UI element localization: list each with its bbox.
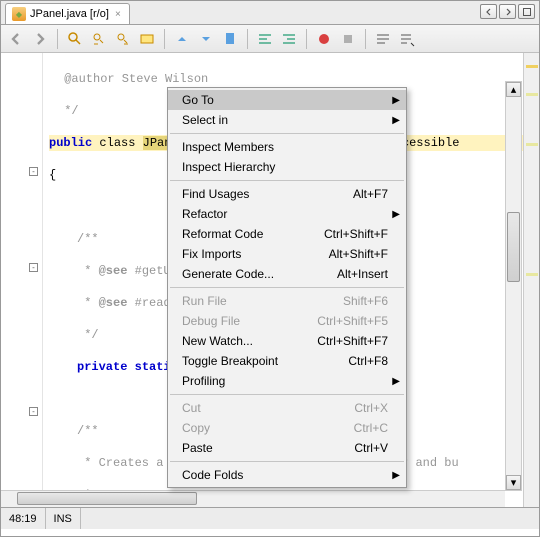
code-text: @see xyxy=(99,296,128,310)
toolbar-separator xyxy=(57,29,58,49)
menu-toggle-breakpoint[interactable]: Toggle BreakpointCtrl+F8 xyxy=(168,351,406,371)
submenu-arrow-icon: ▶ xyxy=(392,209,400,220)
toggle-highlight-button[interactable] xyxy=(136,28,158,50)
menu-separator xyxy=(170,461,404,462)
fold-toggle[interactable]: - xyxy=(29,167,38,176)
scrollbar-thumb[interactable] xyxy=(17,492,197,505)
menu-separator xyxy=(170,133,404,134)
toolbar-separator xyxy=(164,29,165,49)
start-macro-button[interactable] xyxy=(313,28,335,50)
menu-copy: CopyCtrl+C xyxy=(168,418,406,438)
menu-inspect-members[interactable]: Inspect Members xyxy=(168,137,406,157)
code-text: @see xyxy=(99,264,128,278)
scroll-down-button[interactable]: ▾ xyxy=(506,475,521,490)
menu-generate-code[interactable]: Generate Code...Alt+Insert xyxy=(168,264,406,284)
menu-paste[interactable]: PasteCtrl+V xyxy=(168,438,406,458)
editor-toolbar xyxy=(1,25,539,53)
code-text: /** xyxy=(77,424,99,438)
menu-profiling[interactable]: Profiling▶ xyxy=(168,371,406,391)
menu-separator xyxy=(170,180,404,181)
error-stripe[interactable] xyxy=(523,53,539,507)
comment-button[interactable] xyxy=(372,28,394,50)
find-selection-button[interactable] xyxy=(64,28,86,50)
next-bookmark-button[interactable] xyxy=(195,28,217,50)
fold-toggle[interactable]: - xyxy=(29,263,38,272)
find-next-button[interactable] xyxy=(112,28,134,50)
menu-goto[interactable]: Go To▶ xyxy=(168,90,406,110)
close-tab-icon[interactable]: × xyxy=(113,9,123,19)
menu-debug-file: Debug FileCtrl+Shift+F5 xyxy=(168,311,406,331)
window-controls xyxy=(480,4,535,19)
menu-refactor[interactable]: Refactor▶ xyxy=(168,204,406,224)
menu-reformat[interactable]: Reformat CodeCtrl+Shift+F xyxy=(168,224,406,244)
menu-separator xyxy=(170,394,404,395)
maximize-button[interactable] xyxy=(518,4,535,19)
menu-find-usages[interactable]: Find UsagesAlt+F7 xyxy=(168,184,406,204)
toolbar-separator xyxy=(365,29,366,49)
menu-run-file: Run FileShift+F6 xyxy=(168,291,406,311)
uncomment-button[interactable] xyxy=(396,28,418,50)
prev-bookmark-button[interactable] xyxy=(171,28,193,50)
submenu-arrow-icon: ▶ xyxy=(392,470,400,481)
shift-right-button[interactable] xyxy=(278,28,300,50)
cursor-position: 48:19 xyxy=(1,508,46,529)
editor-context-menu: Go To▶ Select in▶ Inspect Members Inspec… xyxy=(167,87,407,488)
menu-inspect-hierarchy[interactable]: Inspect Hierarchy xyxy=(168,157,406,177)
editor-tab[interactable]: ◆ JPanel.java [r/o] × xyxy=(5,3,130,24)
code-text: */ xyxy=(77,328,99,342)
code-text: * xyxy=(77,296,99,310)
menu-select-in[interactable]: Select in▶ xyxy=(168,110,406,130)
shift-left-button[interactable] xyxy=(254,28,276,50)
code-text: /** xyxy=(77,232,99,246)
insert-mode[interactable]: INS xyxy=(46,508,81,529)
status-bar: 48:19 INS xyxy=(1,507,539,529)
nav-back-button[interactable] xyxy=(5,28,27,50)
toolbar-separator xyxy=(247,29,248,49)
vertical-scrollbar[interactable]: ▴ ▾ xyxy=(505,81,522,491)
menu-new-watch[interactable]: New Watch...Ctrl+Shift+F7 xyxy=(168,331,406,351)
menu-code-folds[interactable]: Code Folds▶ xyxy=(168,465,406,485)
toggle-bookmark-button[interactable] xyxy=(219,28,241,50)
submenu-arrow-icon: ▶ xyxy=(392,376,400,387)
gutter[interactable]: - - - xyxy=(1,53,43,507)
find-prev-button[interactable] xyxy=(88,28,110,50)
code-text: */ xyxy=(49,104,79,118)
code-text: private xyxy=(77,360,127,374)
submenu-arrow-icon: ▶ xyxy=(392,95,400,106)
code-text: @author Steve Wilson xyxy=(49,72,208,86)
code-text: { xyxy=(49,168,56,182)
scroll-docs-left-button[interactable] xyxy=(480,4,497,19)
scroll-docs-right-button[interactable] xyxy=(499,4,516,19)
scrollbar-thumb[interactable] xyxy=(507,212,520,282)
nav-forward-button[interactable] xyxy=(29,28,51,50)
scroll-up-button[interactable]: ▴ xyxy=(506,82,521,97)
submenu-arrow-icon: ▶ xyxy=(392,115,400,126)
tab-filename: JPanel.java [r/o] xyxy=(30,8,109,20)
java-file-icon: ◆ xyxy=(12,7,26,21)
stop-macro-button[interactable] xyxy=(337,28,359,50)
code-text: public xyxy=(49,136,92,150)
fold-toggle[interactable]: - xyxy=(29,407,38,416)
code-text: class xyxy=(92,136,142,150)
menu-fix-imports[interactable]: Fix ImportsAlt+Shift+F xyxy=(168,244,406,264)
code-text: * xyxy=(77,264,99,278)
horizontal-scrollbar[interactable] xyxy=(1,490,505,507)
tab-bar: ◆ JPanel.java [r/o] × xyxy=(1,1,539,25)
menu-separator xyxy=(170,287,404,288)
toolbar-separator xyxy=(306,29,307,49)
menu-cut: CutCtrl+X xyxy=(168,398,406,418)
